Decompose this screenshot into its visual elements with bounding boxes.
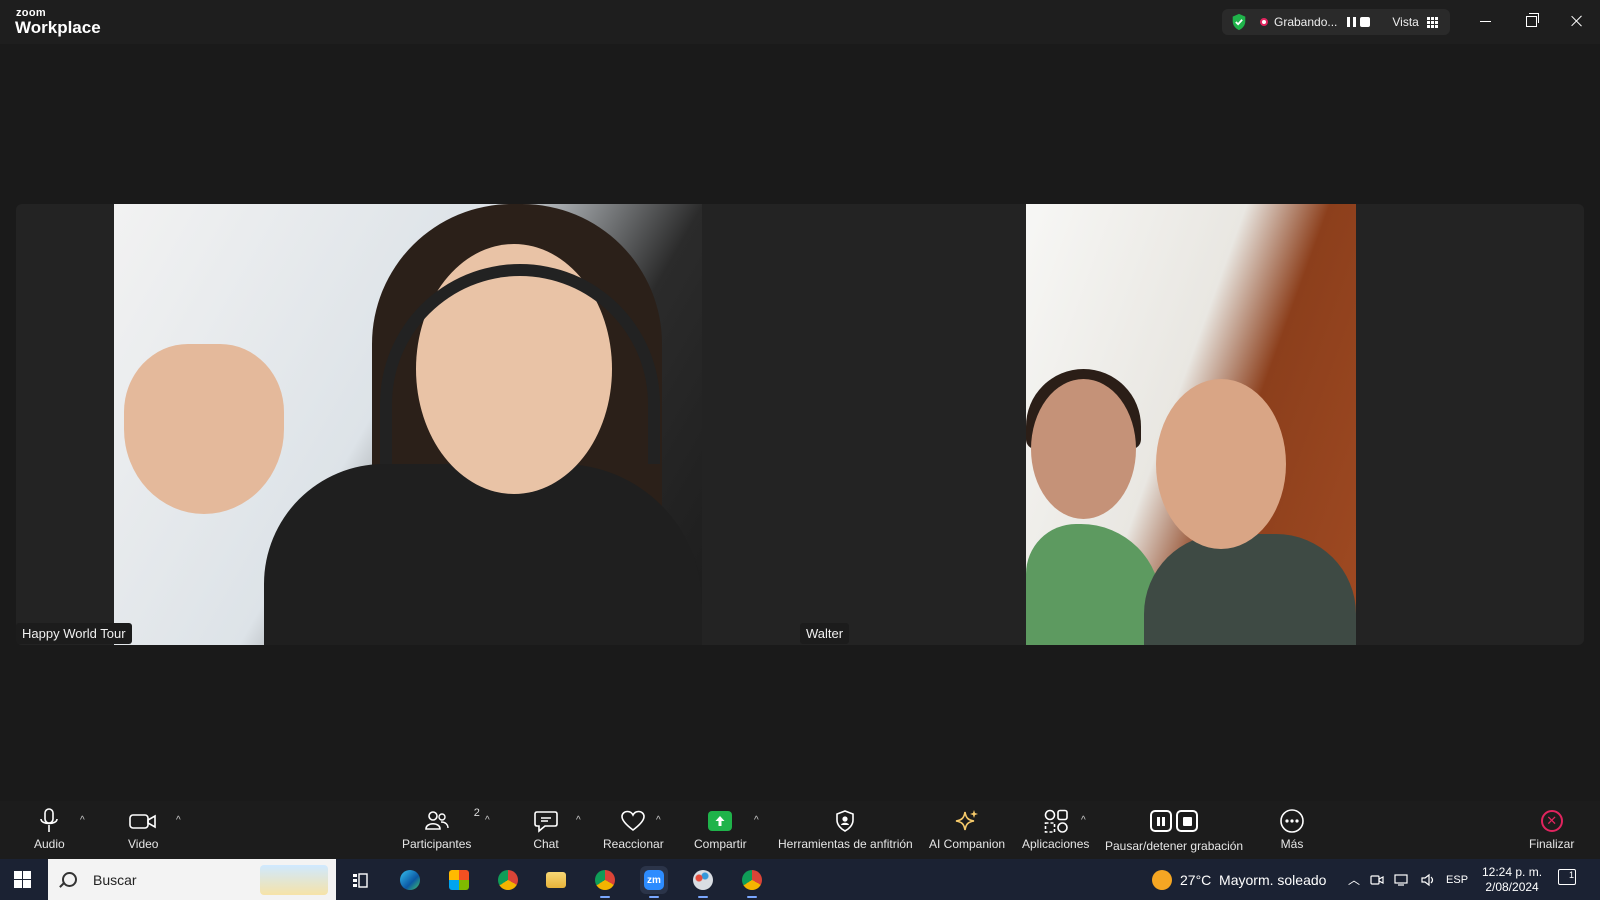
participant-name-tag: Happy World Tour [16,623,132,644]
more-button[interactable]: Más [1279,807,1305,851]
clock-time: 12:24 p. m. [1482,865,1543,879]
chrome-profile-icon [595,870,615,890]
video-tile-participant-2[interactable] [1026,204,1356,645]
participants-options-chevron-icon[interactable]: ^ [485,815,490,826]
tray-overflow-chevron-icon[interactable]: ︿ [1348,871,1360,888]
recording-label: Grabando... [1274,15,1338,29]
folder-icon [546,872,566,888]
chrome-second-profile-app[interactable] [738,866,766,898]
taskbar-search-box[interactable]: Buscar [48,859,336,900]
notifications-icon[interactable]: 1 [1558,869,1576,885]
weather-sun-icon [1152,869,1172,890]
participants-count-badge: 2 [473,807,480,819]
chat-options-chevron-icon[interactable]: ^ [576,815,581,826]
meeting-toolbar: Audio ^ Video ^ 2 Participantes ^ Chat ^… [0,801,1600,859]
more-icon [1280,809,1304,833]
weather-text: 27°C Mayorm. soleado [1180,871,1327,888]
paint-app[interactable] [689,866,717,898]
audio-options-chevron-icon[interactable]: ^ [80,815,85,826]
participant-name-tag: Walter [800,623,850,644]
end-icon: ✕ [1540,810,1563,832]
participants-icon [424,811,449,830]
minimize-icon [1479,20,1491,22]
chat-icon [534,811,558,833]
stop-recording-icon[interactable] [1360,17,1371,27]
search-icon [62,872,77,887]
video-options-chevron-icon[interactable]: ^ [176,815,181,826]
pause-icon [1150,810,1173,832]
audio-button[interactable]: Audio [34,807,65,851]
restore-button[interactable] [1516,8,1546,34]
ai-companion-button[interactable]: AI Companion [929,807,1005,851]
paint-palette-icon [693,870,713,890]
video-button[interactable]: Video [128,807,158,851]
participants-button[interactable]: 2 Participantes [402,807,480,851]
windows-start-icon[interactable] [14,871,31,888]
chrome-profile-app[interactable] [591,866,619,898]
video-camera-icon [129,814,157,829]
close-button[interactable] [1562,8,1592,34]
recording-dot-icon [1260,18,1268,26]
pause-recording-icon[interactable] [1347,17,1357,27]
chat-button[interactable]: Chat [533,807,559,851]
store-icon [449,870,469,890]
task-view-icon [353,873,368,888]
meet-now-icon[interactable] [1370,873,1384,887]
host-tools-button[interactable]: Herramientas de anfitrión [778,807,913,851]
close-icon [1571,15,1583,27]
host-shield-icon [836,810,855,832]
stop-icon [1176,810,1199,832]
pause-stop-recording-button[interactable]: Pausar/detener grabación [1105,807,1243,853]
microphone-icon [40,808,59,832]
weather-widget[interactable]: 27°C Mayorm. soleado [1152,859,1326,900]
video-gallery: Happy World Tour Walter [16,204,1584,645]
search-highlight-island-icon [260,865,328,895]
windows-taskbar: Buscar zm 27°C Mayorm. soleado ︿ ESP 12:… [0,859,1600,900]
share-screen-icon [708,811,733,831]
apps-button[interactable]: Aplicaciones [1022,807,1089,851]
end-meeting-button[interactable]: ✕ Finalizar [1529,807,1574,851]
apps-options-chevron-icon[interactable]: ^ [1081,815,1086,826]
apps-icon [1044,809,1068,833]
share-options-chevron-icon[interactable]: ^ [754,815,759,826]
restore-icon [1525,12,1539,27]
heart-icon [621,810,646,832]
language-indicator[interactable]: ESP [1446,874,1468,886]
zoom-app[interactable]: zm [640,866,668,898]
share-button[interactable]: Compartir [694,807,747,851]
react-button[interactable]: Reaccionar [603,807,664,851]
chrome-icon [498,870,518,890]
system-tray: ︿ ESP [1348,859,1468,900]
logo-workplace: Workplace [15,18,101,37]
file-explorer-app[interactable] [542,866,570,894]
chrome-second-profile-icon [742,870,762,890]
title-bar: zoom Workplace Grabando... Vista [0,0,1600,44]
video-tile-participant-1[interactable] [114,204,702,645]
edge-app[interactable] [396,866,424,894]
store-app[interactable] [445,866,473,894]
minimize-button[interactable] [1470,8,1500,34]
zoom-icon: zm [644,870,664,890]
sparkle-icon [955,810,979,831]
chrome-app[interactable] [494,866,522,894]
search-input[interactable]: Buscar [93,872,137,888]
task-view-button[interactable] [346,866,374,894]
notification-count: 1 [1568,870,1574,880]
encryption-shield-icon[interactable] [1230,13,1248,31]
volume-icon[interactable] [1420,873,1436,887]
grid-view-icon[interactable] [1426,16,1438,28]
edge-icon [400,870,420,890]
react-options-chevron-icon[interactable]: ^ [656,815,661,826]
clock-date: 2/08/2024 [1485,880,1539,894]
view-button[interactable]: Vista [1392,15,1418,29]
network-icon[interactable] [1394,873,1410,887]
taskbar-clock[interactable]: 12:24 p. m. 2/08/2024 [1482,865,1542,895]
recording-status-bar: Grabando... Vista [1222,9,1450,35]
